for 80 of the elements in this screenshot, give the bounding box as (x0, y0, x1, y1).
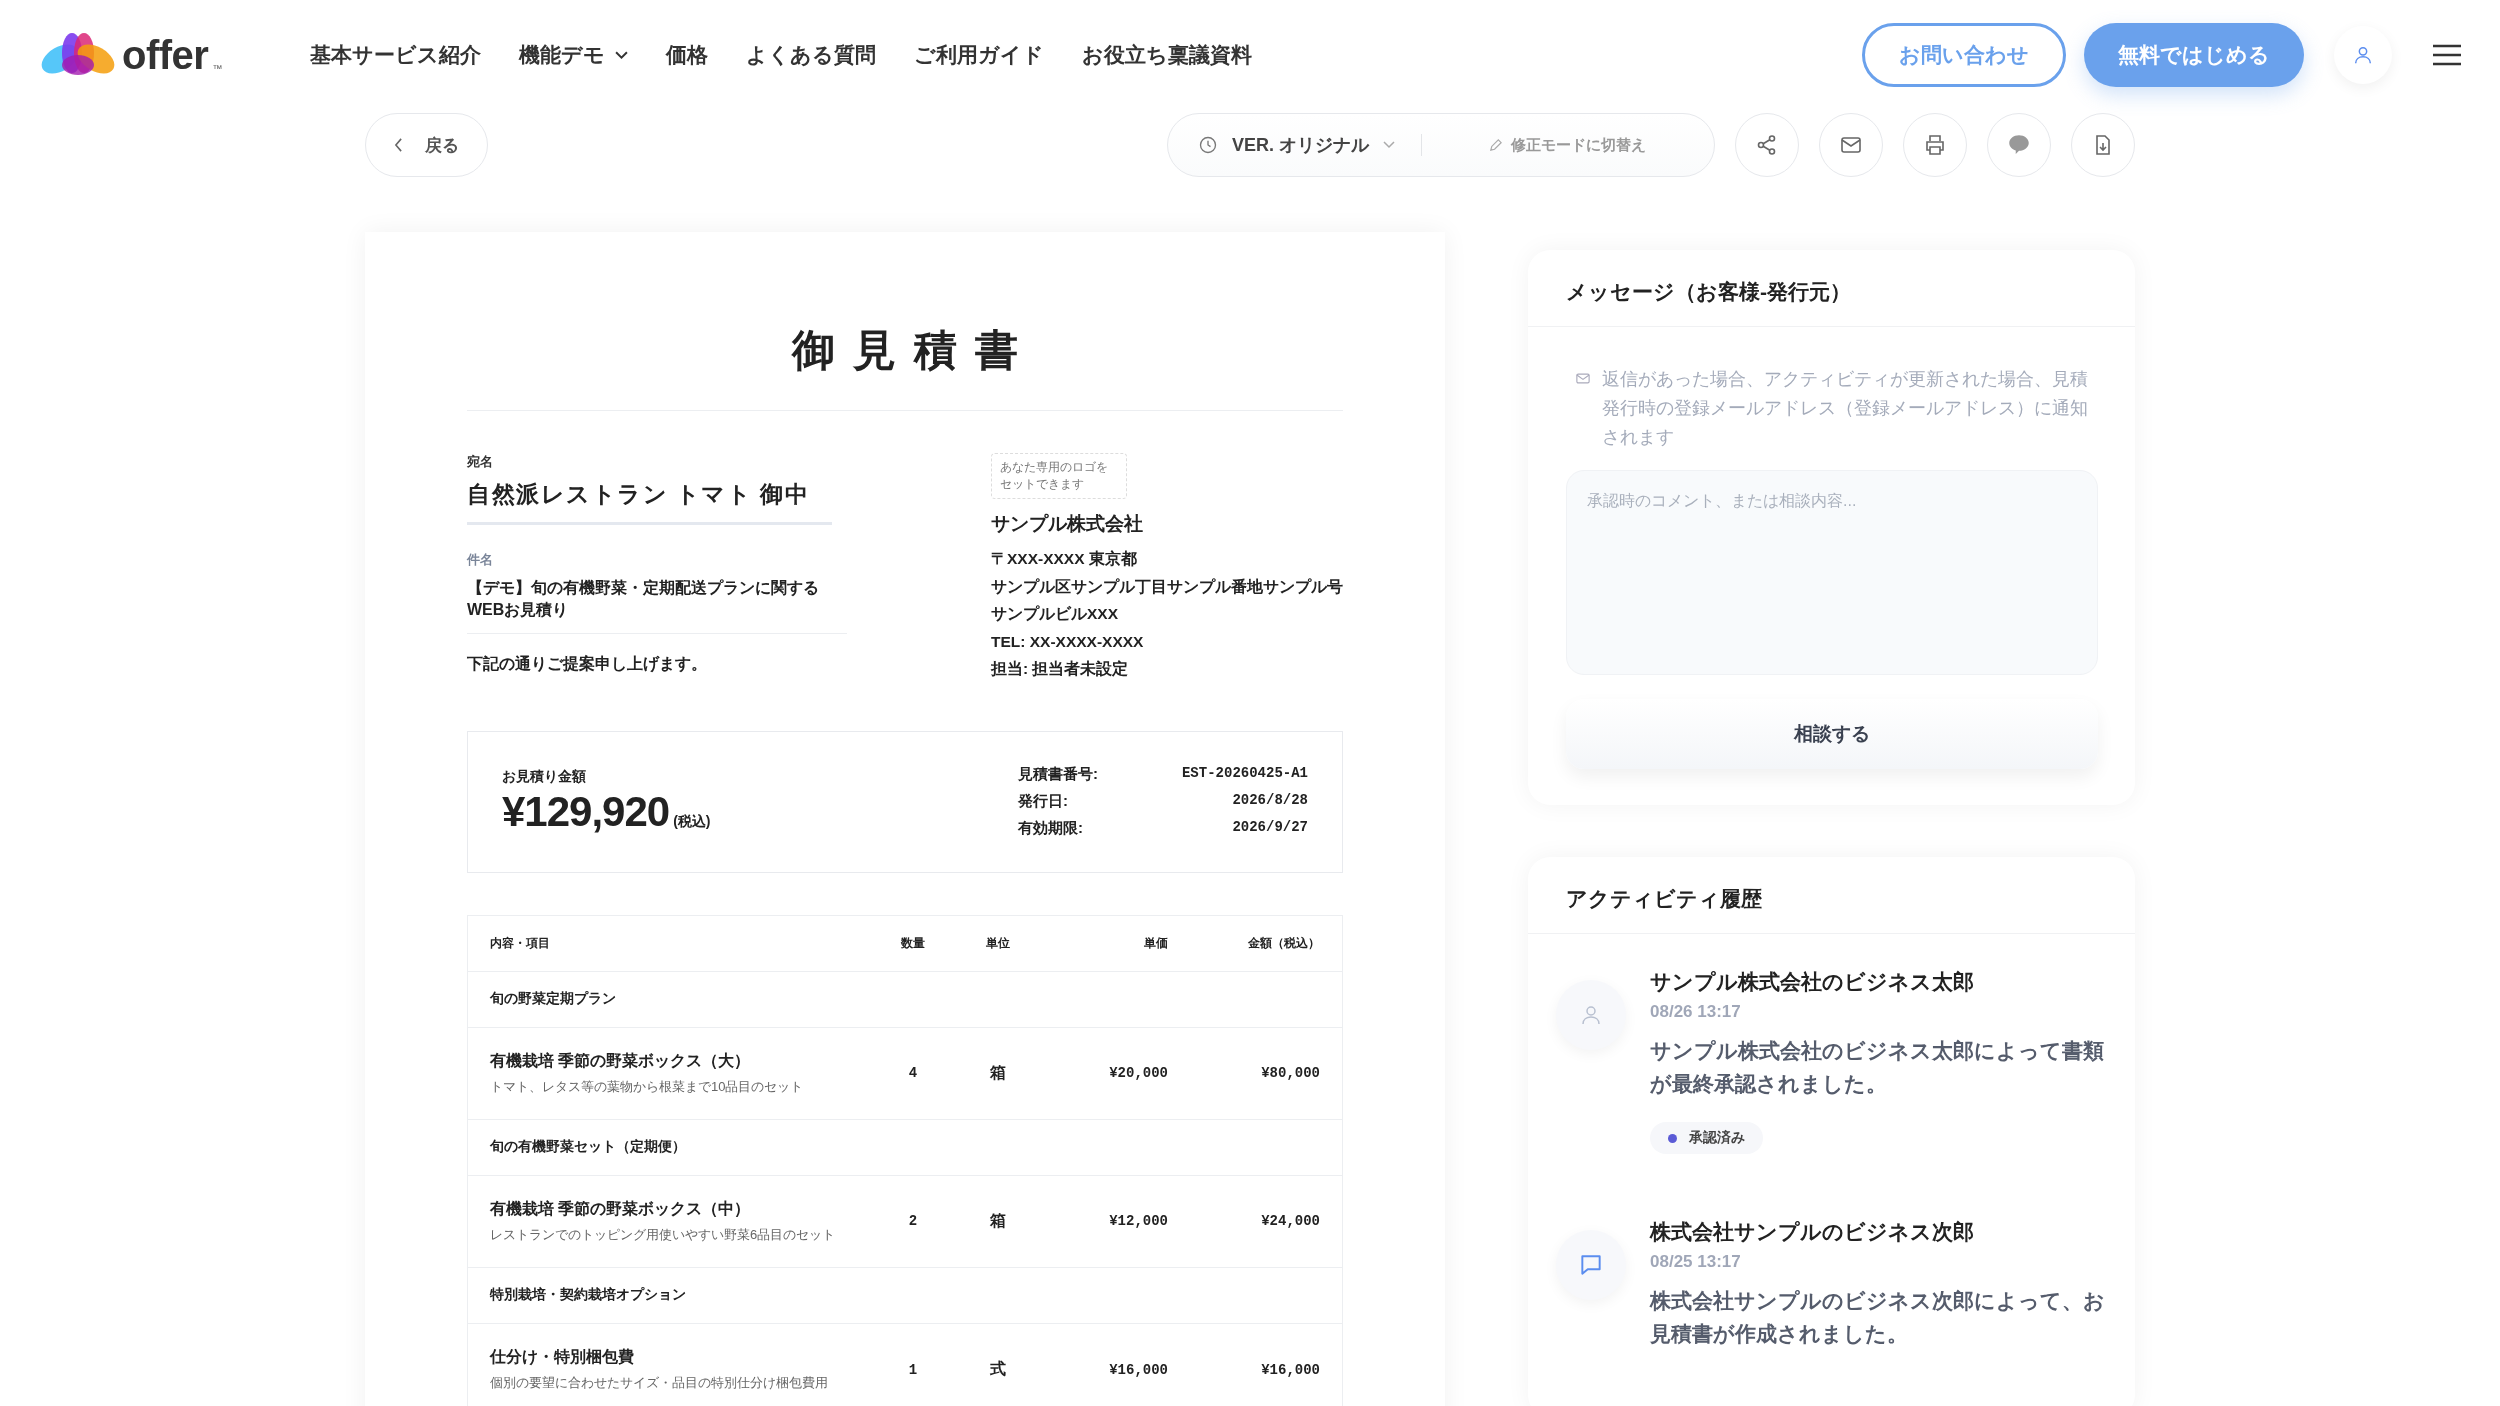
logo-upload-field[interactable]: あなた専用のロゴをセットできます (991, 453, 1127, 499)
table-cell-text: ¥20,000 (1108, 1065, 1168, 1081)
address-line: 担当: 担当者未設定 (991, 659, 1130, 679)
card-title: メッセージ（お客様-発行元） (1528, 250, 2135, 327)
table-cell-text: ¥24,000 (1260, 1213, 1320, 1229)
item-name: 有機栽培 季節の野菜ボックス（大） (490, 1050, 752, 1071)
item-note: レストランでのトッピング用使いやすい野菜6品目のセット (490, 1225, 837, 1244)
table-cell-text: ¥16,000 (1108, 1361, 1168, 1378)
nav-link[interactable]: お役立ち稟議資料 (1082, 41, 1252, 69)
group-label: 特別栽培・契約栽培オプション (490, 1286, 687, 1304)
group-label: 旬の有機野菜セット（定期便） (490, 1138, 687, 1156)
trademark-mark: ™ (212, 63, 223, 74)
address-line: サンプルビルXXX (991, 604, 1119, 624)
item-name: 有機栽培 季節の野菜ボックス（中） (490, 1198, 752, 1219)
user-icon (2352, 44, 2374, 66)
entry-text: サンプル株式会社のビジネス太郎によって書類が最終承認されました。 (1650, 1038, 2105, 1097)
intro-text: 下記の通りご提案申し上げます。 (467, 654, 708, 674)
nav-link[interactable]: 価格 (666, 41, 708, 69)
clock-icon (1198, 135, 1218, 155)
company-name: サンプル株式会社 (991, 512, 1144, 536)
column-header: 金額（税込） (1247, 934, 1320, 952)
status-label: 承認済み (1689, 1129, 1745, 1147)
amount-label: お見積り金額 (502, 767, 587, 786)
address-line: TEL: XX-XXXX-XXXX (991, 631, 1145, 652)
table-cell-text: ¥12,000 (1108, 1213, 1168, 1229)
table-cell-text: 2 (907, 1213, 919, 1229)
group-label: 旬の野菜定期プラン (490, 990, 617, 1008)
table-cell-text: 箱 (989, 1062, 1007, 1083)
entry-time: 08/26 13:17 (1650, 1002, 1742, 1022)
caret-icon (1383, 141, 1395, 149)
table-cell-text: ¥80,000 (1260, 1065, 1320, 1081)
entry-author: サンプル株式会社のビジネス太郎 (1650, 969, 1975, 995)
chat-bubble-icon (1578, 1252, 1604, 1278)
document-title: 御見積書 (467, 322, 1343, 411)
chevron-left-icon (394, 138, 403, 152)
meta-label: 有効期限: (1018, 819, 1084, 838)
table-cell-text: 式 (989, 1359, 1007, 1379)
menu-icon[interactable] (2432, 44, 2462, 66)
table-cell-text: ¥16,000 (1260, 1361, 1320, 1378)
entry-text: 株式会社サンプルのビジネス次郎によって、お見積書が作成されました。 (1650, 1288, 2106, 1347)
meta-label: 見積書番号: (1018, 765, 1099, 784)
total-amount: ¥129,920 (502, 787, 670, 836)
table-cell-text: 1 (907, 1361, 919, 1378)
recipient-name: 自然派レストラン トマト 御中 (467, 479, 832, 525)
tax-note: (税込) (673, 812, 711, 831)
table-cell-text: 箱 (989, 1210, 1007, 1231)
column-header: 単位 (985, 934, 1011, 952)
column-header: 内容・項目 (490, 934, 551, 952)
notice-text: 返信があった場合、アクティビティが更新された場合、見積発行時の登録メールアドレス（登録メールアドレス）に通知されます (1602, 368, 2089, 449)
nav-link[interactable]: ご利用ガイド (914, 41, 1044, 69)
address-line: サンプル区サンプル丁目サンプル番地サンプル号 (991, 576, 1343, 597)
item-note: 個別の要望に合わせたサイズ・品目の特別仕分け梱包費用 (490, 1374, 829, 1392)
person-icon (1579, 1003, 1603, 1027)
back-button[interactable]: 戻る (365, 113, 488, 177)
mail-icon (1576, 373, 1590, 384)
field-label: 宛名 (467, 453, 494, 471)
address-line: 〒XXX-XXXX 東京都 (991, 549, 1138, 569)
meta-label: 発行日: (1018, 792, 1069, 811)
meta-value: 2026/9/27 (1231, 819, 1308, 837)
item-name: 仕分け・特別梱包費 (490, 1347, 635, 1367)
card-title: アクティビティ履歴 (1528, 857, 2135, 934)
column-header: 単価 (1143, 934, 1168, 952)
table-cell-text: 4 (907, 1065, 919, 1081)
pencil-icon (1488, 137, 1503, 153)
logo-text[interactable]: offer (122, 32, 209, 78)
item-note: トマト、レタス等の葉物から根菜まで10品目のセット (490, 1077, 805, 1096)
entry-time: 08/25 13:17 (1650, 1252, 1742, 1272)
comment-field[interactable]: 承認時のコメント、または相談内容... (1566, 470, 2098, 675)
meta-value: EST-20260425-A1 (1180, 765, 1308, 783)
column-header: 数量 (900, 934, 926, 952)
nav-link[interactable]: 基本サービス紹介 (310, 41, 481, 69)
version-dropdown[interactable]: VER. オリジナル (1192, 132, 1401, 158)
nav-link[interactable]: よくある質問 (746, 41, 876, 69)
nav-link[interactable]: 機能デモ (519, 41, 628, 69)
printer-icon (1923, 133, 1947, 157)
meta-value: 2026/8/28 (1231, 792, 1308, 810)
entry-author: 株式会社サンプルのビジネス次郎 (1650, 1219, 1975, 1245)
consult-button[interactable]: 相談する (1566, 699, 2098, 769)
field-label: 件名 (467, 551, 494, 569)
subject-text: 【デモ】旬の有機野菜・定期配送プランに関するWEBお見積り (467, 577, 847, 634)
